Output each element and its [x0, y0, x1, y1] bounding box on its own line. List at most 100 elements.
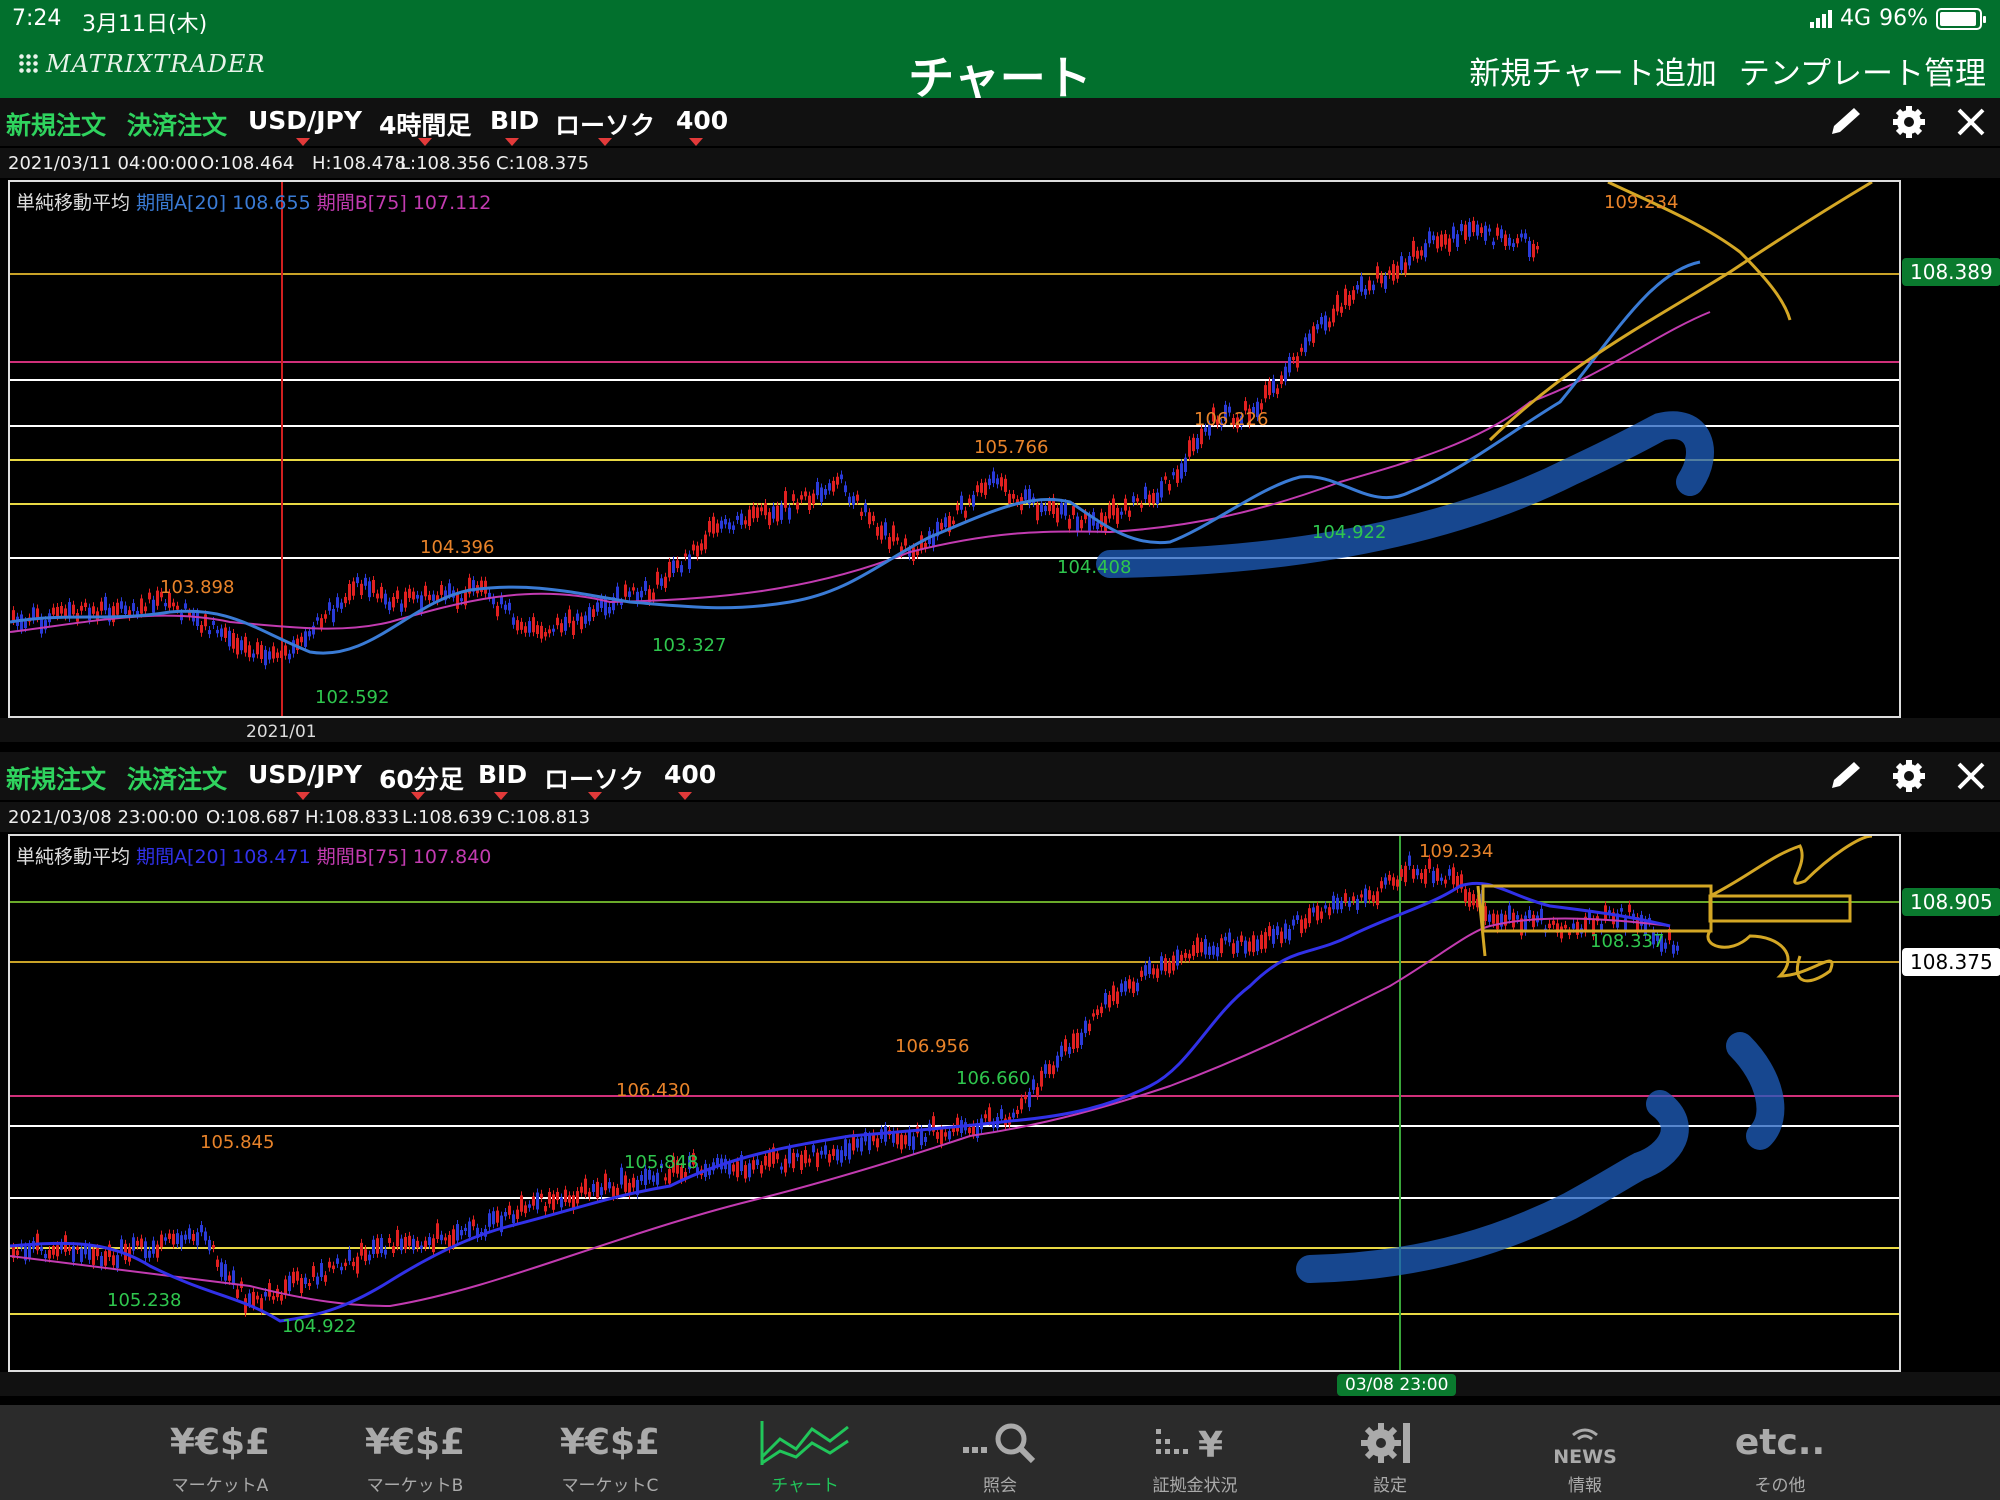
tab-market-c[interactable]: ¥€$£ マーケットC [530, 1419, 690, 1496]
chart2-settle-order-button[interactable]: 決済注文 [127, 760, 227, 796]
candle [488, 1213, 491, 1227]
status-bar: 7:24 3月11日(木) 4G 96% [0, 0, 2000, 38]
candle [1012, 1112, 1015, 1118]
candle [1112, 498, 1115, 516]
candle [788, 507, 791, 520]
tab-label: 設定 [1373, 1476, 1407, 1496]
candle [1348, 294, 1351, 306]
candle [1620, 908, 1623, 912]
candle [1380, 881, 1383, 889]
candle [856, 1138, 859, 1148]
chart2-ma-a-label: 期間A[20] [136, 846, 227, 868]
candle [92, 606, 95, 614]
tab-chart[interactable]: チャート [725, 1419, 885, 1496]
candle [408, 588, 411, 598]
candle [524, 626, 527, 633]
battery-percent: 96% [1879, 6, 1928, 31]
tab-settings[interactable]: 設定 [1310, 1419, 1470, 1496]
price-annotation: 104.408 [1057, 557, 1132, 578]
tab-news[interactable]: NEWS 情報 [1505, 1419, 1665, 1496]
chart1-svg[interactable] [10, 182, 1901, 718]
candle [1160, 956, 1163, 971]
candle [1392, 877, 1395, 886]
status-right: 4G 96% [1810, 6, 1986, 31]
candle [1364, 288, 1367, 295]
candle [1416, 868, 1419, 876]
chart1-bars-select[interactable]: 400 [676, 106, 728, 135]
chart1-settle-order-button[interactable]: 決済注文 [127, 106, 227, 142]
chart1-price-type-select[interactable]: BID [490, 106, 539, 135]
candle [1448, 869, 1451, 876]
template-manage-button[interactable]: テンプレート管理 [1739, 48, 1986, 93]
candle [1436, 868, 1439, 881]
candle [1064, 1039, 1067, 1052]
candle [372, 1239, 375, 1255]
candle [816, 1152, 819, 1168]
close-icon[interactable] [1950, 104, 1992, 140]
chart2-timeframe-select[interactable]: 60分足 [379, 760, 464, 796]
candle [884, 522, 887, 536]
chart1-timeframe-select[interactable]: 4時間足 [379, 106, 471, 142]
add-chart-button[interactable]: 新規チャート追加 [1469, 48, 1717, 93]
candle [356, 1256, 359, 1274]
candle [1088, 1023, 1091, 1032]
candle [1224, 936, 1227, 941]
chart2-chart-type-select[interactable]: ローソク [544, 760, 644, 796]
close-icon[interactable] [1950, 758, 1992, 794]
chart2-ohlc-bar: 2021/03/08 23:00:00 O:108.687 H:108.833 … [0, 802, 2000, 832]
tab-market-a[interactable]: ¥€$£ マーケットA [140, 1419, 300, 1496]
price-annotation: 106.660 [956, 1068, 1031, 1089]
candle [1152, 968, 1155, 975]
candle [88, 1245, 91, 1260]
chart1-new-order-button[interactable]: 新規注文 [6, 106, 106, 142]
candle [1132, 496, 1135, 503]
candle [156, 1244, 159, 1258]
candle [564, 1189, 567, 1202]
tab-label: チャート [771, 1476, 839, 1496]
candle [208, 1239, 211, 1251]
tab-inquiry[interactable]: 照会 [920, 1419, 1080, 1496]
chart2-bars-select[interactable]: 400 [664, 760, 716, 789]
pencil-icon[interactable] [1824, 758, 1866, 794]
chart2-svg[interactable] [10, 836, 1901, 1372]
pencil-icon[interactable] [1824, 104, 1866, 140]
chart1-plot[interactable]: 単純移動平均 期間A[20] 108.655 期間B[75] 107.112 1… [8, 180, 1901, 718]
chart1-candles [12, 216, 1539, 670]
chart1-pair-select[interactable]: USD/JPY [248, 106, 362, 135]
candle [572, 620, 575, 635]
candle [1372, 895, 1375, 903]
gear-icon[interactable] [1888, 104, 1930, 140]
candle [820, 487, 823, 502]
candle [1088, 515, 1091, 531]
gear-icon[interactable] [1888, 758, 1930, 794]
candle [460, 1229, 463, 1236]
candle [1320, 316, 1323, 325]
candle [800, 495, 803, 500]
candle [556, 617, 559, 626]
candle [1084, 1020, 1087, 1034]
candle [272, 646, 275, 659]
chart2-price-type-select[interactable]: BID [478, 760, 527, 789]
candle [896, 1131, 899, 1145]
candle [1200, 428, 1203, 445]
candle [56, 1245, 59, 1257]
candle [672, 560, 675, 573]
tab-market-b[interactable]: ¥€$£ マーケットB [335, 1419, 495, 1496]
candle [124, 605, 127, 615]
candle [1388, 874, 1391, 881]
candle [724, 519, 727, 525]
candle [760, 1165, 763, 1174]
tab-margin-status[interactable]: ¥ 証拠金状況 [1115, 1419, 1275, 1496]
candle [432, 1238, 435, 1253]
candle [1148, 494, 1151, 503]
candle [284, 645, 287, 656]
candle [1320, 911, 1323, 919]
tab-other[interactable]: etc.. その他 [1700, 1419, 1860, 1496]
chart2-pair-select[interactable]: USD/JPY [248, 760, 362, 789]
chart2-plot[interactable]: 単純移動平均 期間A[20] 108.471 期間B[75] 107.840 1… [8, 834, 1901, 1372]
chart1-chart-type-select[interactable]: ローソク [555, 106, 655, 142]
candle [912, 547, 915, 562]
candle [1628, 904, 1631, 913]
candle [748, 1163, 751, 1178]
chart2-new-order-button[interactable]: 新規注文 [6, 760, 106, 796]
